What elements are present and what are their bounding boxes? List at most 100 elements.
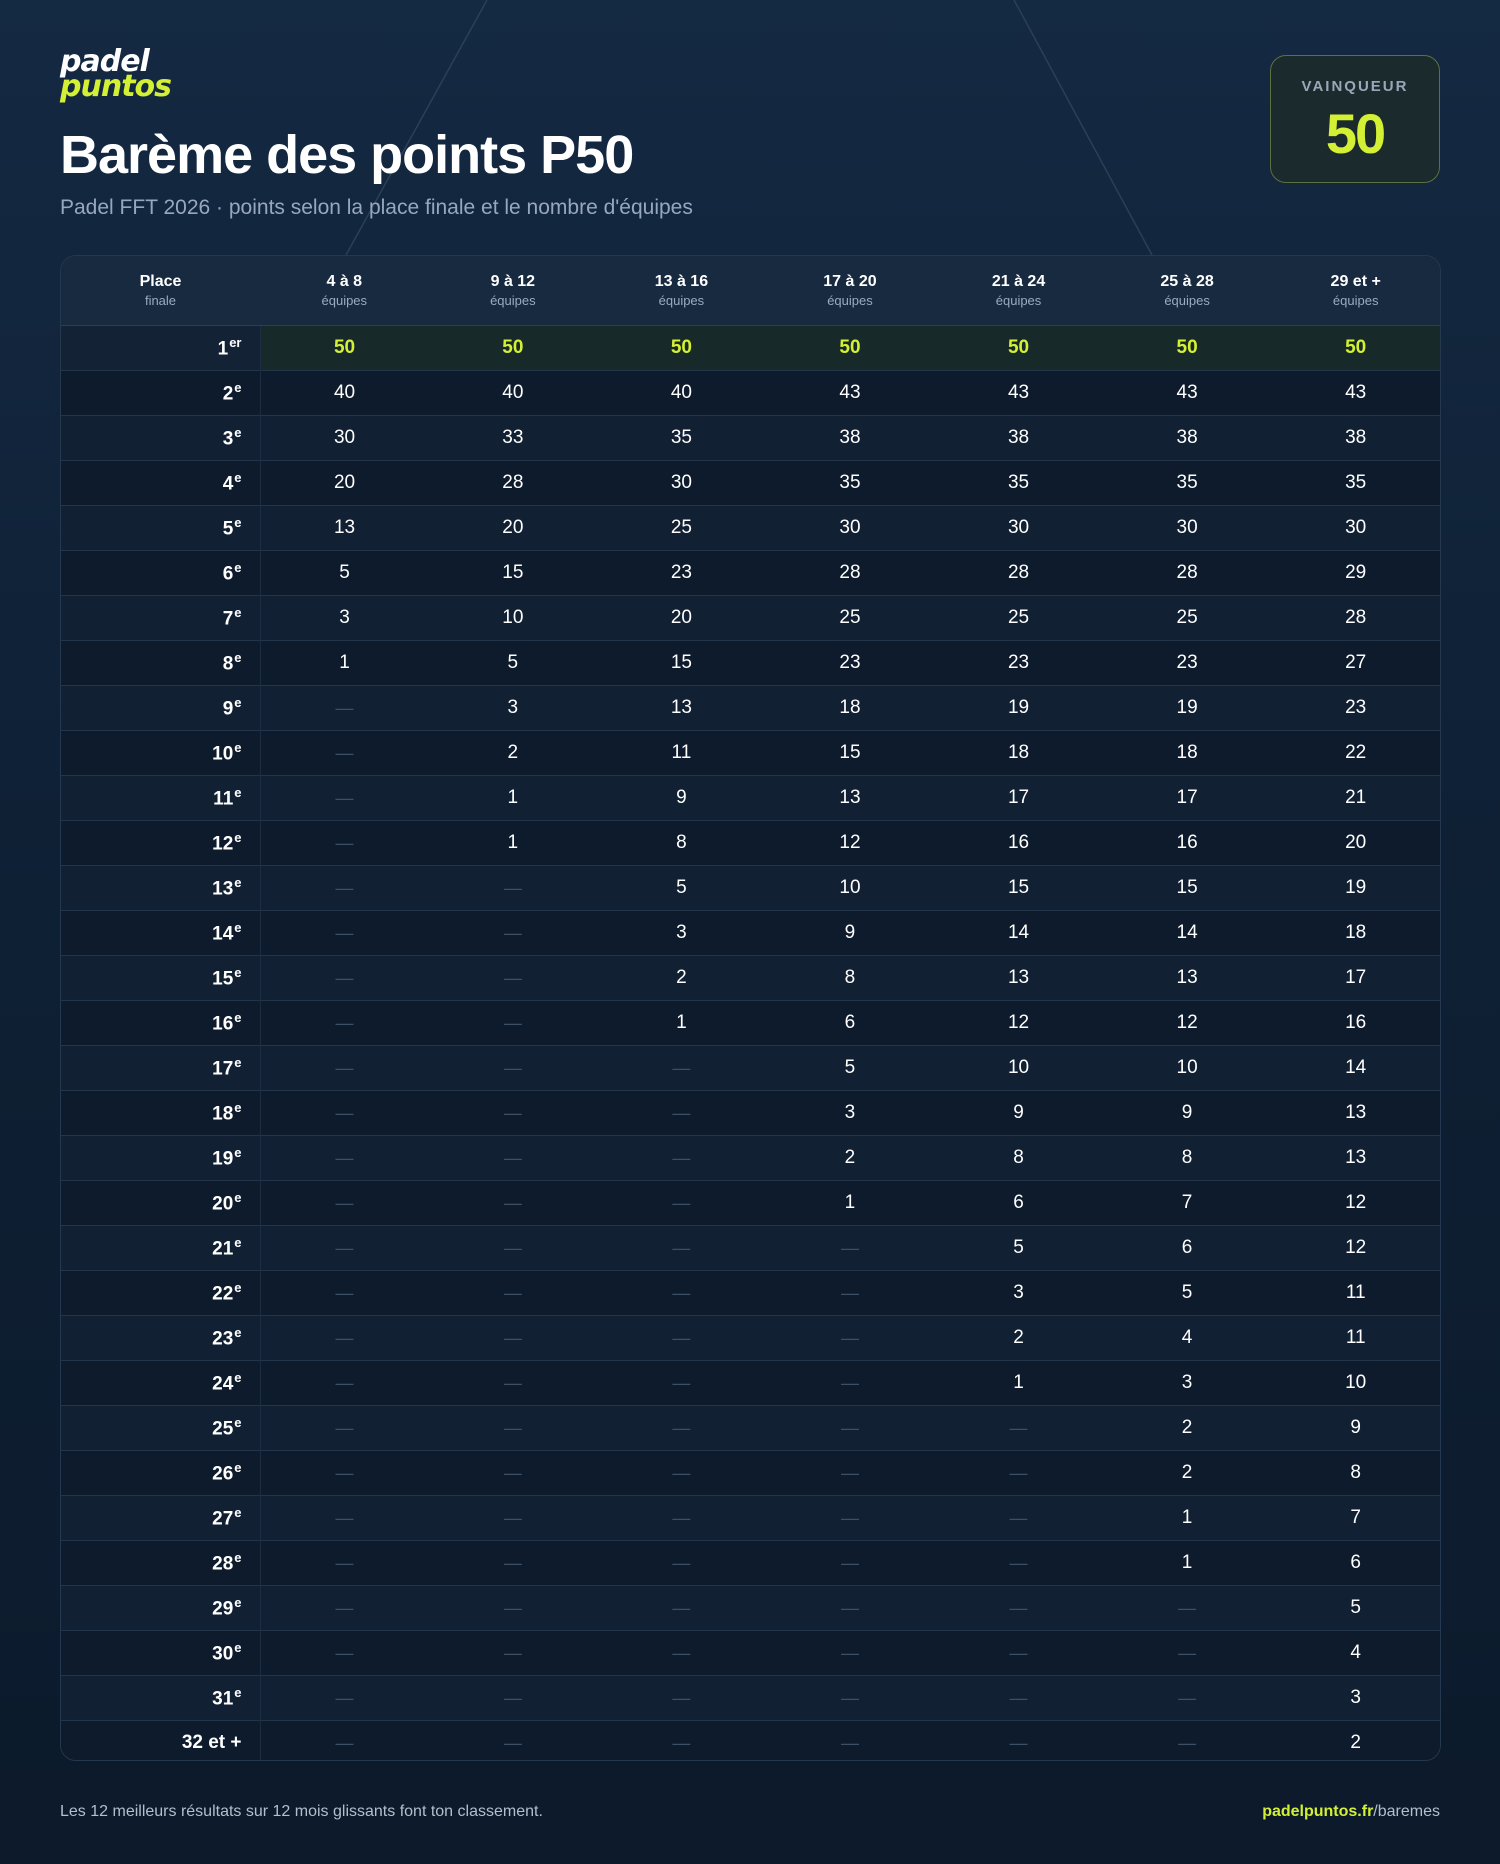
points-cell: 13 — [1271, 1135, 1440, 1181]
column-header-sublabel: équipes — [1164, 293, 1210, 308]
points-cell: — — [260, 1720, 429, 1760]
points-cell: 25 — [597, 505, 766, 551]
points-cell: — — [765, 1225, 935, 1271]
place-suffix: e — [234, 1235, 242, 1251]
points-cell: 15 — [1102, 865, 1272, 911]
points-cell: 18 — [1102, 730, 1272, 776]
points-cell: 6 — [934, 1180, 1103, 1226]
points-cell: 22 — [1271, 730, 1440, 776]
points-cell: — — [597, 1720, 766, 1760]
points-cell: 50 — [260, 325, 429, 371]
points-cell: — — [428, 1630, 598, 1676]
points-cell: — — [260, 1540, 429, 1586]
points-cell: — — [428, 1045, 598, 1091]
brand-logo[interactable]: padel puntos — [60, 47, 172, 104]
points-cell: 30 — [765, 505, 935, 551]
points-cell: — — [1102, 1585, 1272, 1631]
points-cell: 10 — [1102, 1045, 1272, 1091]
points-cell: 16 — [1102, 820, 1272, 866]
points-cell: 8 — [1102, 1135, 1272, 1181]
column-header-sublabel: équipes — [1332, 293, 1379, 308]
column-header-teams: 13 à 16 équipes — [597, 256, 766, 326]
points-cell: 35 — [1271, 460, 1440, 506]
points-cell: — — [260, 1585, 429, 1631]
place-number: 1 — [217, 338, 229, 360]
points-cell: 5 — [1102, 1270, 1272, 1316]
points-cell: 10 — [765, 865, 935, 911]
points-cell: — — [765, 1315, 935, 1361]
points-cell: — — [260, 730, 429, 776]
place-cell: 24e — [61, 1360, 261, 1406]
table-row: 8e 1 5 15 23 23 23 27 — [61, 640, 1440, 686]
place-suffix: e — [234, 1595, 242, 1611]
place-number: 32 et + — [181, 1732, 242, 1753]
points-cell: 2 — [1271, 1720, 1440, 1760]
points-cell: 28 — [1102, 550, 1272, 596]
place-cell: 3e — [61, 415, 261, 461]
points-cell: — — [597, 1630, 766, 1676]
points-cell: 4 — [1102, 1315, 1272, 1361]
points-cell: 25 — [934, 595, 1103, 641]
points-cell: 10 — [428, 595, 598, 641]
points-cell: 12 — [934, 1000, 1103, 1046]
points-cell: 30 — [1271, 505, 1440, 551]
points-cell: — — [260, 1180, 429, 1226]
points-cell: 13 — [1102, 955, 1272, 1001]
points-cell: — — [428, 1315, 598, 1361]
points-cell: 50 — [934, 325, 1103, 371]
place-number: 12 — [212, 833, 234, 855]
points-cell: 50 — [428, 325, 598, 371]
points-cell: 38 — [765, 415, 935, 461]
points-cell: 38 — [934, 415, 1103, 461]
points-cell: 15 — [597, 640, 766, 686]
place-suffix: e — [234, 1640, 242, 1656]
points-cell: 7 — [1102, 1180, 1272, 1226]
place-suffix: e — [234, 1370, 242, 1386]
place-number: 3 — [222, 428, 234, 450]
place-cell: 32 et + — [61, 1720, 261, 1760]
points-cell: 3 — [428, 685, 598, 731]
points-cell: 7 — [1271, 1495, 1440, 1541]
brand-logo-line2: puntos — [60, 68, 172, 104]
points-cell: — — [597, 1090, 766, 1136]
points-cell: 15 — [765, 730, 935, 776]
points-cell: 6 — [765, 1000, 935, 1046]
points-cell: — — [428, 865, 598, 911]
points-cell: — — [765, 1360, 935, 1406]
column-header-label: 25 à 28 — [1160, 273, 1214, 290]
place-cell: 30e — [61, 1630, 261, 1676]
points-cell: — — [934, 1675, 1103, 1721]
place-number: 6 — [222, 563, 234, 585]
place-cell: 20e — [61, 1180, 261, 1226]
points-cell: — — [428, 1180, 598, 1226]
points-cell: 28 — [934, 550, 1103, 596]
place-number: 27 — [212, 1508, 234, 1530]
table-row: 12e —1 8 12 16 16 20 — [61, 820, 1440, 866]
points-cell: — — [428, 1135, 598, 1181]
place-cell: 18e — [61, 1090, 261, 1136]
place-suffix: e — [234, 515, 242, 531]
points-cell: — — [934, 1450, 1103, 1496]
winner-label: VAINQUEUR — [1301, 78, 1409, 95]
points-cell: 15 — [934, 865, 1103, 911]
points-cell: 28 — [765, 550, 935, 596]
column-header-teams: 9 à 12 équipes — [428, 256, 598, 326]
place-suffix: e — [234, 380, 242, 396]
column-header-teams: 17 à 20 équipes — [765, 256, 935, 326]
table-row: 7e 3 10 20 25 25 25 28 — [61, 595, 1440, 641]
points-cell: 3 — [765, 1090, 935, 1136]
points-cell: 35 — [1102, 460, 1272, 506]
points-cell: 3 — [260, 595, 429, 641]
points-cell: 43 — [934, 370, 1103, 416]
table-row: 32 et + — — — — — —2 — [61, 1720, 1440, 1760]
place-suffix: e — [234, 740, 242, 756]
points-cell: 8 — [765, 955, 935, 1001]
points-cell: 12 — [1102, 1000, 1272, 1046]
points-cell: — — [260, 1675, 429, 1721]
footer-link[interactable]: padelpuntos.fr/baremes — [1262, 1803, 1440, 1821]
points-cell: — — [765, 1630, 935, 1676]
place-number: 13 — [212, 878, 234, 900]
points-cell: — — [260, 685, 429, 731]
points-cell: 13 — [1271, 1090, 1440, 1136]
points-cell: 5 — [934, 1225, 1103, 1271]
